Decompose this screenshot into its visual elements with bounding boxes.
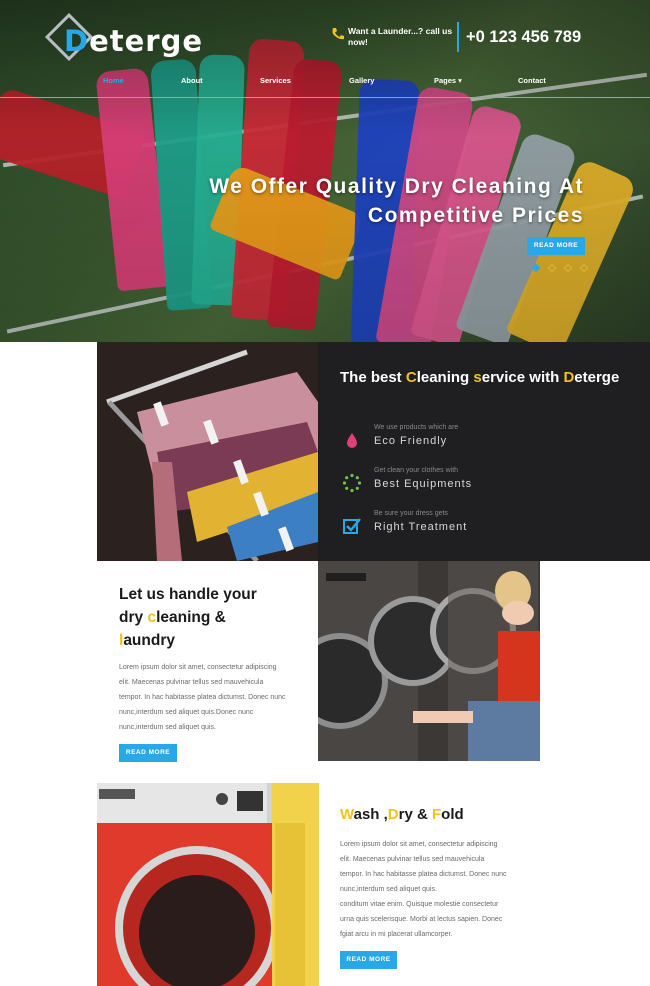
hero-read-more-button[interactable]: READ MORE	[527, 237, 585, 255]
feature-item: We use products which are Eco Friendly	[342, 424, 622, 460]
checkbox-icon	[342, 516, 362, 536]
drop-icon	[342, 430, 362, 450]
features-title: The best Cleaning service with Deterge	[340, 369, 620, 386]
main-nav: Home About Services Gallery Pages ▾ Cont…	[0, 74, 650, 98]
feature-item: Be sure your dress gets Right Treatment	[342, 510, 622, 546]
nav-item-services[interactable]: Services	[260, 76, 291, 85]
divider	[457, 22, 459, 52]
hero-banner: Deterge Want a Launder...? call us now! …	[0, 0, 650, 342]
handle-section-paragraph: Lorem ipsum dolor sit amet, consectetur …	[119, 664, 286, 731]
slider-dot[interactable]	[531, 263, 541, 273]
slider-dot[interactable]	[547, 263, 557, 273]
slider-dot[interactable]	[563, 263, 573, 273]
nav-divider	[0, 97, 650, 98]
towels-drying-image	[97, 342, 318, 561]
phone-number[interactable]: +0 123 456 789	[466, 28, 581, 47]
red-washer-image	[97, 783, 319, 986]
feature-subtitle: Be sure your dress gets	[374, 510, 448, 517]
hero-title: We Offer Quality Dry Cleaning At Competi…	[209, 175, 584, 227]
feature-subtitle: We use products which are	[374, 424, 459, 431]
feature-item: Get clean your clothes with Best Equipme…	[342, 467, 622, 503]
nav-item-home[interactable]: Home	[103, 76, 124, 85]
feature-title: Best Equipments	[374, 478, 473, 490]
slider-dots	[531, 263, 589, 274]
phone-note: Want a Launder...? call us now!	[348, 26, 453, 47]
wash-section-title: Wash ,Dry & Fold	[340, 806, 464, 823]
section-heading: Let us handle your dry cleaning & laundr…	[119, 586, 257, 649]
wash-read-more-button[interactable]: READ MORE	[340, 951, 397, 969]
features-panel: The best Cleaning service with Deterge W…	[318, 342, 650, 561]
nav-item-gallery[interactable]: Gallery	[349, 76, 374, 85]
laundromat-woman-image	[318, 561, 540, 761]
logo-text: Deterge	[64, 24, 204, 58]
feature-title: Right Treatment	[374, 521, 468, 533]
handle-read-more-button[interactable]: READ MORE	[119, 744, 177, 762]
nav-item-about[interactable]: About	[181, 76, 203, 85]
feature-title: Eco Friendly	[374, 435, 448, 447]
wash-section-paragraph: Lorem ipsum dolor sit amet, consectetur …	[340, 841, 507, 938]
nav-item-contact[interactable]: Contact	[518, 76, 546, 85]
nav-item-pages[interactable]: Pages ▾	[434, 76, 462, 85]
feature-subtitle: Get clean your clothes with	[374, 467, 459, 474]
slider-dot[interactable]	[579, 263, 589, 273]
site-logo[interactable]: Deterge	[44, 12, 210, 64]
dots-circle-icon	[342, 473, 362, 493]
phone-icon	[330, 26, 346, 42]
handle-section-title: Let us handle your dry cleaning & laundr…	[119, 583, 299, 652]
